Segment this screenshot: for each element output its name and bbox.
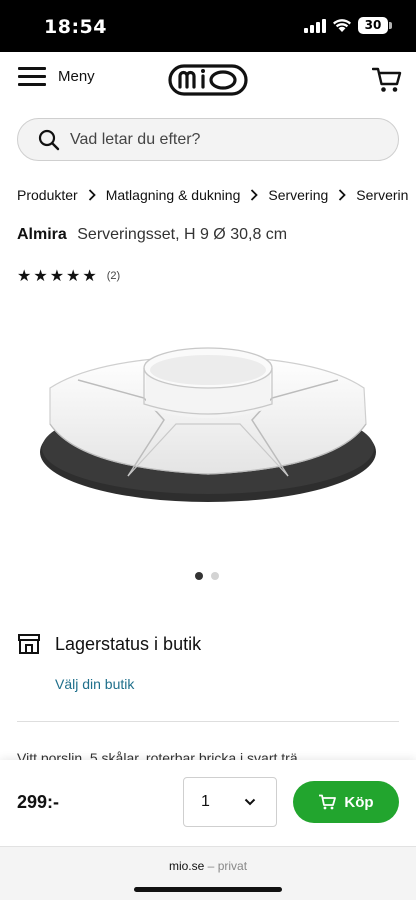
cart-icon[interactable] [372, 66, 402, 94]
search-icon [38, 129, 60, 150]
breadcrumb-item-produkter[interactable]: Produkter [17, 187, 78, 203]
quantity-value: 1 [201, 793, 210, 810]
review-count: (2) [106, 270, 121, 282]
battery-cap [389, 22, 392, 29]
menu-label: Meny [58, 67, 95, 85]
url-domain: mio.se [168, 859, 205, 873]
battery-icon: 30 [358, 17, 388, 34]
search-input[interactable] [70, 130, 370, 149]
product-brand: Almira [17, 226, 67, 243]
menu-button[interactable]: Meny [18, 66, 95, 86]
store-status-title: Lagerstatus i butik [55, 633, 202, 654]
buy-button[interactable]: Köp [293, 781, 399, 823]
browser-bar: mio.se – privat [0, 846, 416, 900]
store-status: Lagerstatus i butik [17, 633, 201, 655]
breadcrumb-item-matlagning[interactable]: Matlagning & dukning [106, 187, 241, 203]
carousel-dot-2[interactable] [211, 572, 219, 580]
signal-icon [304, 19, 326, 33]
browser-url[interactable]: mio.se – privat [0, 859, 416, 873]
buy-button-label: Köp [344, 793, 374, 811]
breadcrumb-item-servering[interactable]: Servering [268, 187, 328, 203]
mio-logo[interactable] [168, 62, 248, 98]
buy-bar: 299:- 1 Köp [0, 760, 416, 846]
product-title: Almira Serveringsset, H 9 Ø 30,8 cm [17, 226, 287, 244]
product-image[interactable] [36, 328, 380, 518]
private-mode-label: privat [217, 859, 248, 873]
status-time: 18:54 [44, 16, 107, 38]
quantity-select[interactable]: 1 [183, 777, 277, 827]
search-bar[interactable] [17, 118, 399, 161]
url-separator: – [207, 859, 215, 873]
status-bar: 18:54 30 [0, 0, 416, 52]
hamburger-icon [18, 66, 46, 86]
cart-icon [319, 794, 337, 810]
chevron-right-icon [240, 186, 268, 203]
chevron-down-icon [244, 798, 256, 806]
site-header: Meny [0, 52, 416, 110]
home-indicator[interactable] [134, 887, 282, 892]
choose-store-link[interactable]: Välj din butik [55, 676, 134, 692]
divider [17, 721, 399, 722]
product-subtitle: Serveringsset, H 9 Ø 30,8 cm [77, 226, 288, 243]
star-rating-icon: ★★★★★ [17, 268, 99, 285]
breadcrumb: Produkter Matlagning & dukning Servering… [17, 186, 416, 203]
product-page: 18:54 30 Meny Vad letar du efter? Produk… [0, 0, 416, 900]
chevron-right-icon [78, 186, 106, 203]
wifi-icon [333, 19, 351, 32]
product-rating[interactable]: ★★★★★ (2) [17, 266, 120, 286]
carousel-dot-1[interactable] [195, 572, 203, 580]
image-carousel-dots [195, 572, 219, 580]
chevron-right-icon [328, 186, 356, 203]
store-icon [18, 634, 40, 654]
product-price: 299:- [17, 792, 60, 812]
breadcrumb-item-serverin[interactable]: Serverin [356, 187, 408, 203]
